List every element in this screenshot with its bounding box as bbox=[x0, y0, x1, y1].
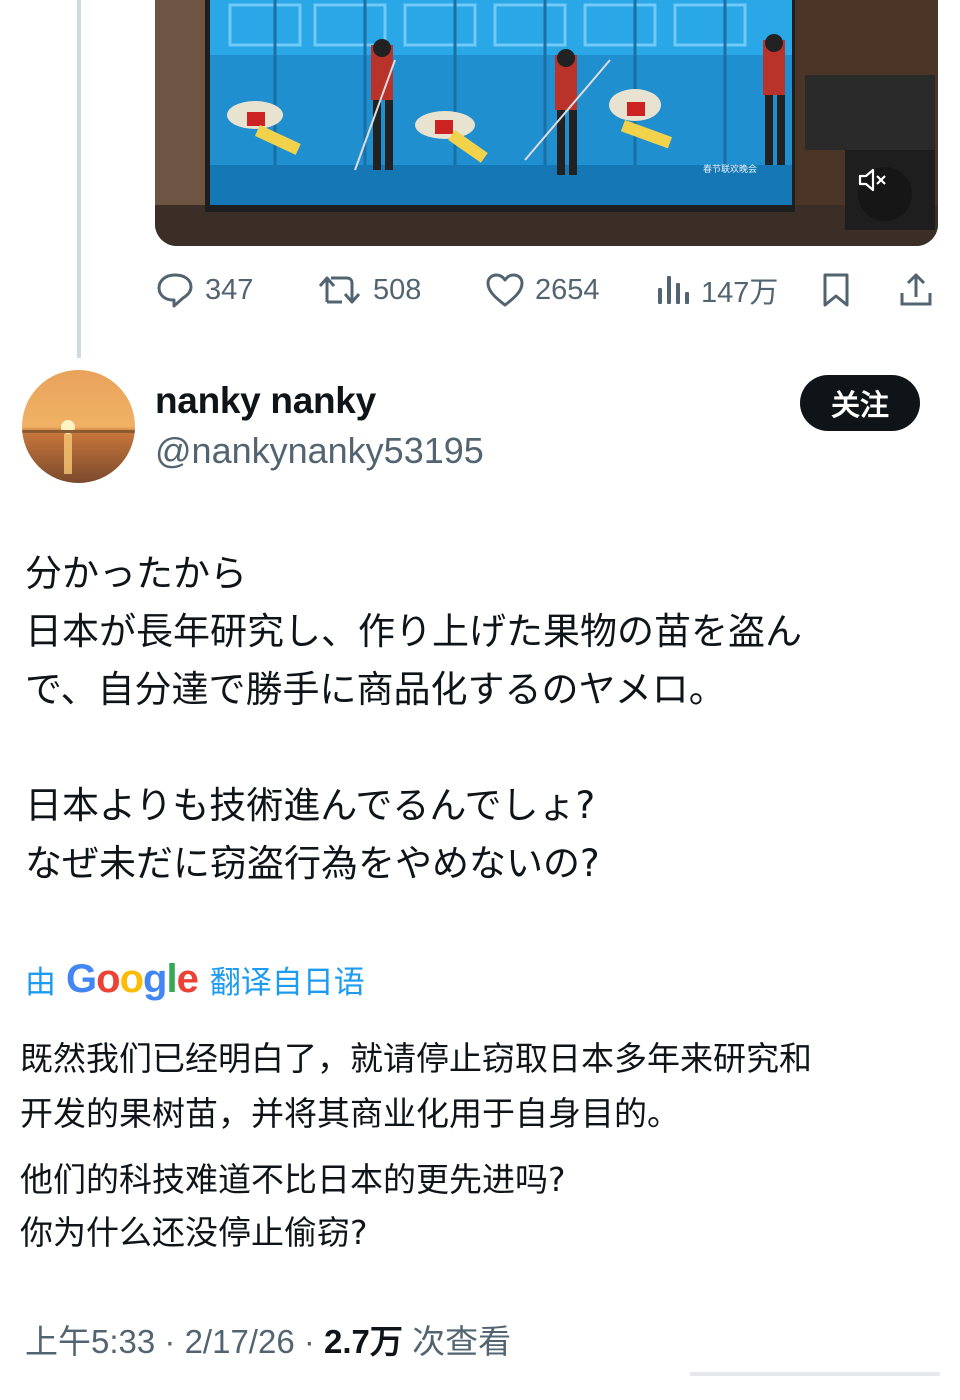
translated-line: 既然我们已经明白了，就请停止窃取日本多年来研究和 bbox=[20, 1039, 812, 1078]
tweet-line: 日本よりも技術進んでるんでしょ? bbox=[25, 784, 596, 827]
separator: · bbox=[303, 1323, 315, 1360]
analytics-icon bbox=[658, 276, 689, 304]
author-handle[interactable]: @nankynanky53195 bbox=[155, 430, 484, 472]
separator: · bbox=[164, 1323, 176, 1360]
thread-connector-line bbox=[77, 0, 81, 358]
tweet-line: なぜ未だに窃盗行為をやめないの? bbox=[25, 842, 600, 885]
share-icon bbox=[900, 273, 932, 306]
translated-line: 他们的科技难道不比日本的更先进吗? bbox=[20, 1160, 566, 1199]
follow-button[interactable]: 关注 bbox=[800, 375, 920, 431]
tweet-view-count: 2.7万 bbox=[324, 1323, 403, 1360]
heart-icon bbox=[486, 273, 524, 307]
video-frame: 春节联欢晚会 bbox=[155, 0, 938, 246]
like-button[interactable]: 2654 bbox=[485, 262, 600, 318]
tweet-time[interactable]: 上午5:33 bbox=[25, 1323, 155, 1360]
author-name[interactable]: nanky nanky bbox=[155, 380, 376, 422]
repost-count: 508 bbox=[373, 273, 422, 306]
tweet-meta: 上午5:33 · 2/17/26 · 2.7万 次查看 bbox=[25, 1315, 511, 1363]
video-player[interactable]: 春节联欢晚会 bbox=[155, 0, 938, 246]
volume-muted-icon bbox=[858, 168, 886, 192]
tweet-view-label: 次查看 bbox=[412, 1323, 512, 1360]
translation-suffix: 翻译自日语 bbox=[209, 964, 365, 1001]
video-watermark: 春节联欢晚会 bbox=[703, 163, 757, 175]
tweet-line: で、自分達で勝手に商品化するのヤメロ。 bbox=[25, 668, 726, 711]
tweet-date[interactable]: 2/17/26 bbox=[185, 1323, 295, 1360]
sunset-avatar-image bbox=[22, 370, 135, 483]
reply-button[interactable]: 347 bbox=[155, 262, 253, 318]
mute-button[interactable] bbox=[858, 167, 912, 221]
share-button[interactable] bbox=[897, 262, 935, 318]
reply-icon bbox=[157, 273, 193, 308]
divider bbox=[690, 1372, 940, 1376]
repost-icon bbox=[318, 276, 361, 304]
translation-prefix: 由 bbox=[25, 964, 56, 1001]
reply-count: 347 bbox=[205, 273, 254, 306]
views-button[interactable]: 147万 bbox=[655, 262, 778, 318]
avatar[interactable] bbox=[22, 370, 135, 483]
bookmark-button[interactable] bbox=[819, 262, 853, 318]
view-count: 147万 bbox=[701, 277, 779, 309]
bookmark-icon bbox=[823, 273, 849, 307]
translation-attribution[interactable]: 由 Google 翻译自日语 bbox=[25, 955, 365, 1003]
like-count: 2654 bbox=[535, 273, 600, 306]
tweet-line: 分かったから bbox=[25, 552, 247, 595]
translated-line: 开发的果树苗，并将其商业化用于自身目的。 bbox=[20, 1094, 680, 1133]
google-logo: Google bbox=[66, 956, 199, 1001]
tweet-line: 日本が長年研究し、作り上げた果物の苗を盗ん bbox=[25, 610, 802, 653]
tweet-action-bar: 347 508 2654 147万 bbox=[155, 262, 940, 318]
translated-line: 你为什么还没停止偷窃? bbox=[20, 1213, 368, 1252]
repost-button[interactable]: 508 bbox=[317, 262, 421, 318]
